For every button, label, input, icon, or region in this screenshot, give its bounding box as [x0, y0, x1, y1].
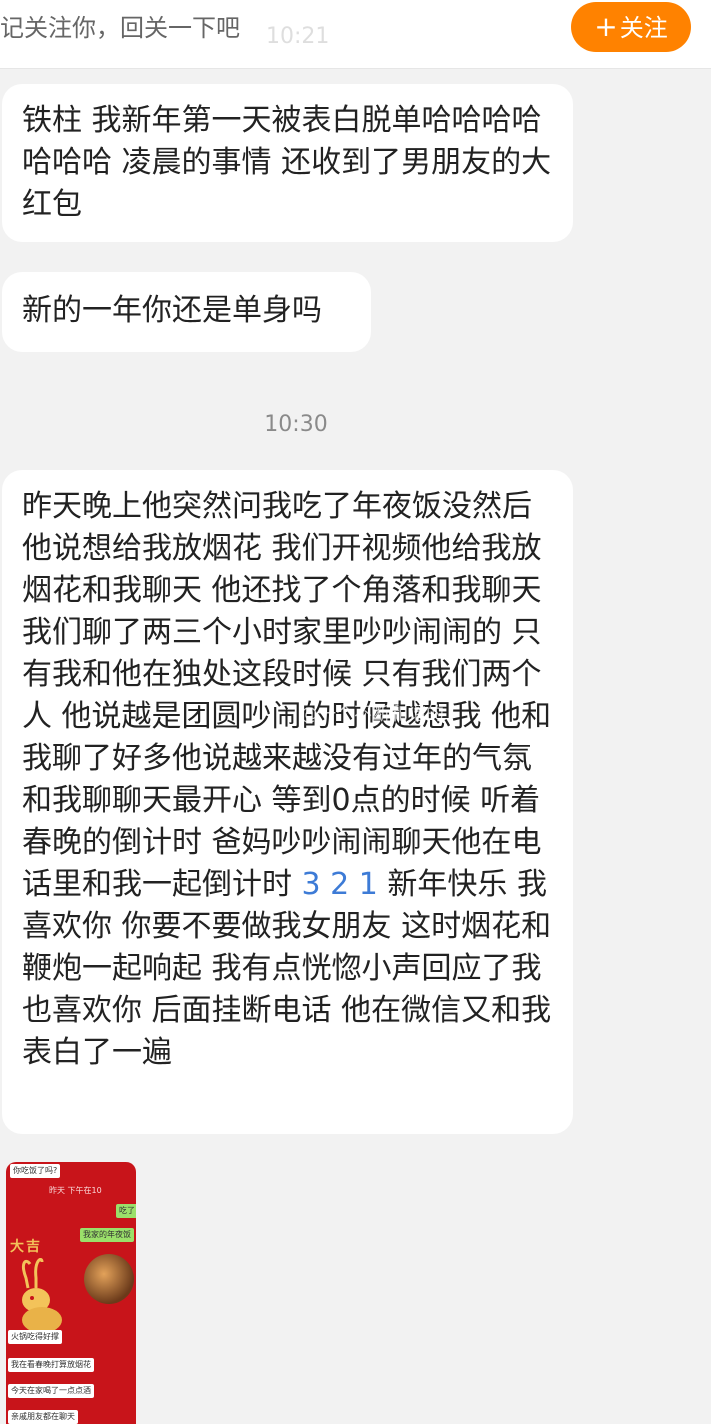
message-bubble[interactable]: 铁柱 我新年第一天被表白脱单哈哈哈哈哈哈哈 凌晨的事情 还收到了男朋友的大红包 [2, 84, 573, 242]
message-bubble[interactable]: 新的一年你还是单身吗 [2, 272, 371, 352]
thumb-chat-chip: 我家的年夜饭 [80, 1228, 134, 1242]
thumb-chat-chip: 吃了 [116, 1204, 136, 1218]
thumb-tiny-text: 昨天 下午在10 [49, 1186, 102, 1195]
plus-icon: + [594, 10, 618, 43]
image-thumbnail[interactable]: 你吃饭了吗? 昨天 下午在10 吃了 我家的年夜饭 大 吉 火锅吃得好撑 我在看… [6, 1162, 136, 1424]
thumb-chat-chip: 你吃饭了吗? [10, 1164, 61, 1178]
message-timestamp: 10:30 [264, 412, 328, 437]
rabbit-illustration-icon [22, 1258, 62, 1333]
countdown-number-link[interactable]: 3 2 1 [302, 867, 378, 902]
follow-button-label: 关注 [619, 14, 668, 42]
follow-button[interactable]: +关注 [571, 2, 691, 52]
thumb-chat-chip: 今天在家喝了一点点酒 [8, 1384, 94, 1398]
follow-hint-text: 记关注你，回关一下吧 [0, 14, 240, 42]
message-text: 昨天晚上他突然问我吃了年夜饭没然后他说想给我放烟花 我们开视频他给我放烟花和我聊… [22, 489, 552, 902]
message-text: 铁柱 我新年第一天被表白脱单哈哈哈哈哈哈哈 凌晨的事情 还收到了男朋友的大红包 [22, 103, 552, 222]
thumb-deco-text: 大 [10, 1239, 24, 1255]
top-bar: 记关注你，回关一下吧 10:21 +关注 [0, 0, 711, 69]
thumb-chat-chip: 亲戚朋友都在聊天 [8, 1410, 78, 1424]
message-text: 新的一年你还是单身吗 [22, 293, 322, 328]
ghost-timestamp: 10:21 [266, 24, 330, 49]
food-photo [84, 1254, 134, 1304]
thumb-chat-chip: 火锅吃得好撑 [8, 1330, 62, 1344]
message-bubble[interactable]: 昨天晚上他突然问我吃了年夜饭没然后他说想给我放烟花 我们开视频他给我放烟花和我聊… [2, 470, 573, 1134]
thumb-chat-chip: 我在看春晚打算放烟花 [8, 1358, 94, 1372]
thumb-deco-text: 吉 [26, 1239, 40, 1255]
